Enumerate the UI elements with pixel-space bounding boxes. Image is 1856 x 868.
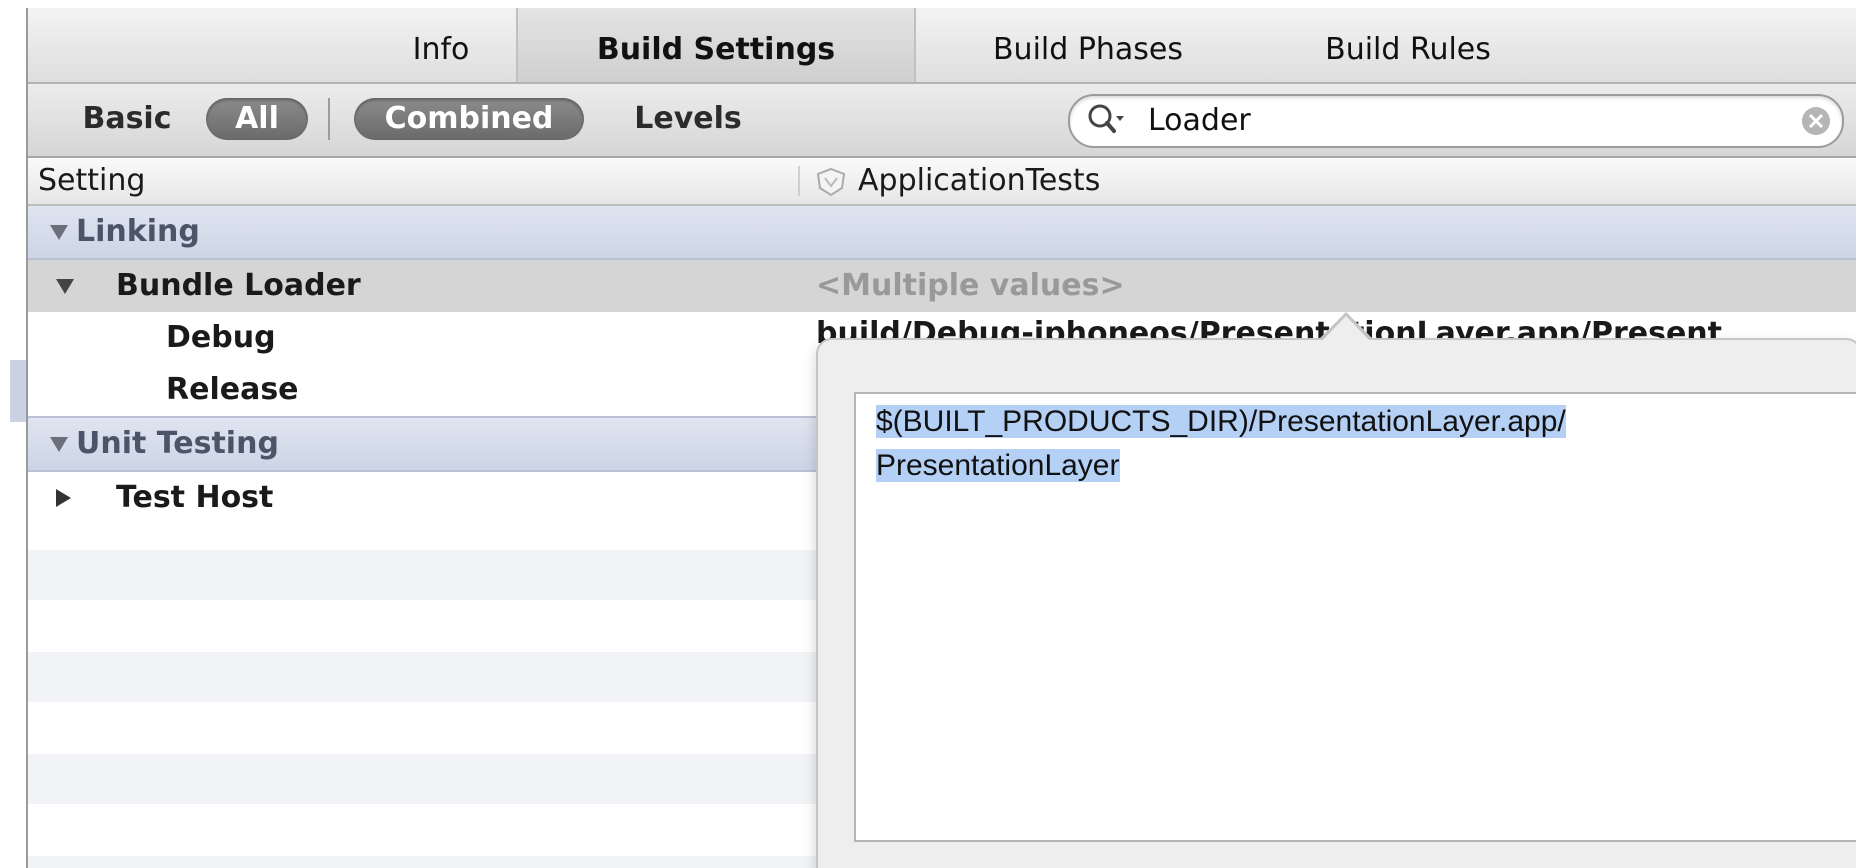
setting-value[interactable]: <Multiple values> — [816, 260, 1125, 312]
build-settings-editor: Info Build Settings Build Phases Build R… — [26, 8, 1856, 868]
disclosure-triangle-icon[interactable] — [56, 489, 71, 507]
disclosure-triangle-icon[interactable] — [50, 225, 68, 240]
setting-column-header[interactable]: Setting — [38, 158, 145, 204]
setting-row-bundle-loader[interactable]: Bundle Loader <Multiple values> — [28, 260, 1856, 312]
value-editor-popover: $(BUILT_PRODUCTS_DIR)/PresentationLayer.… — [816, 338, 1856, 868]
search-icon[interactable] — [1086, 102, 1126, 140]
target-column-header[interactable]: ApplicationTests — [858, 158, 1100, 204]
disclosure-triangle-icon[interactable] — [56, 279, 74, 294]
tab-build-rules[interactable]: Build Rules — [1288, 8, 1528, 82]
filter-bar: Basic All Combined Levels Loader — [28, 84, 1856, 158]
setting-label: Release — [166, 372, 299, 407]
editor-tab-bar: Info Build Settings Build Phases Build R… — [28, 8, 1856, 84]
group-label: Unit Testing — [76, 426, 279, 461]
left-panel-edge — [10, 360, 26, 422]
clear-search-icon[interactable] — [1800, 105, 1832, 137]
disclosure-triangle-icon[interactable] — [50, 437, 68, 452]
tab-info[interactable]: Info — [368, 8, 514, 82]
setting-label: Debug — [166, 320, 276, 355]
selected-text-line: PresentationLayer — [876, 449, 1120, 482]
column-separator — [798, 166, 800, 196]
filter-divider — [328, 98, 330, 140]
popover-arrow-fill — [1321, 316, 1371, 342]
tab-build-settings[interactable]: Build Settings — [516, 8, 916, 82]
target-icon — [814, 166, 848, 198]
value-text-area[interactable]: $(BUILT_PRODUCTS_DIR)/PresentationLayer.… — [854, 392, 1856, 842]
setting-label: Bundle Loader — [116, 268, 361, 303]
group-row-linking[interactable]: Linking — [28, 206, 1856, 260]
search-input[interactable]: Loader — [1148, 96, 1251, 146]
filter-all-button[interactable]: All — [206, 98, 308, 140]
filter-levels-button[interactable]: Levels — [624, 98, 752, 140]
search-field[interactable]: Loader — [1068, 94, 1844, 148]
setting-label: Test Host — [116, 480, 274, 515]
column-header: Setting ApplicationTests — [28, 158, 1856, 206]
group-label: Linking — [76, 214, 200, 249]
filter-basic-button[interactable]: Basic — [62, 98, 192, 140]
tab-build-phases[interactable]: Build Phases — [938, 8, 1238, 82]
filter-combined-button[interactable]: Combined — [354, 98, 584, 140]
selected-text-line: $(BUILT_PRODUCTS_DIR)/PresentationLayer.… — [876, 405, 1566, 438]
